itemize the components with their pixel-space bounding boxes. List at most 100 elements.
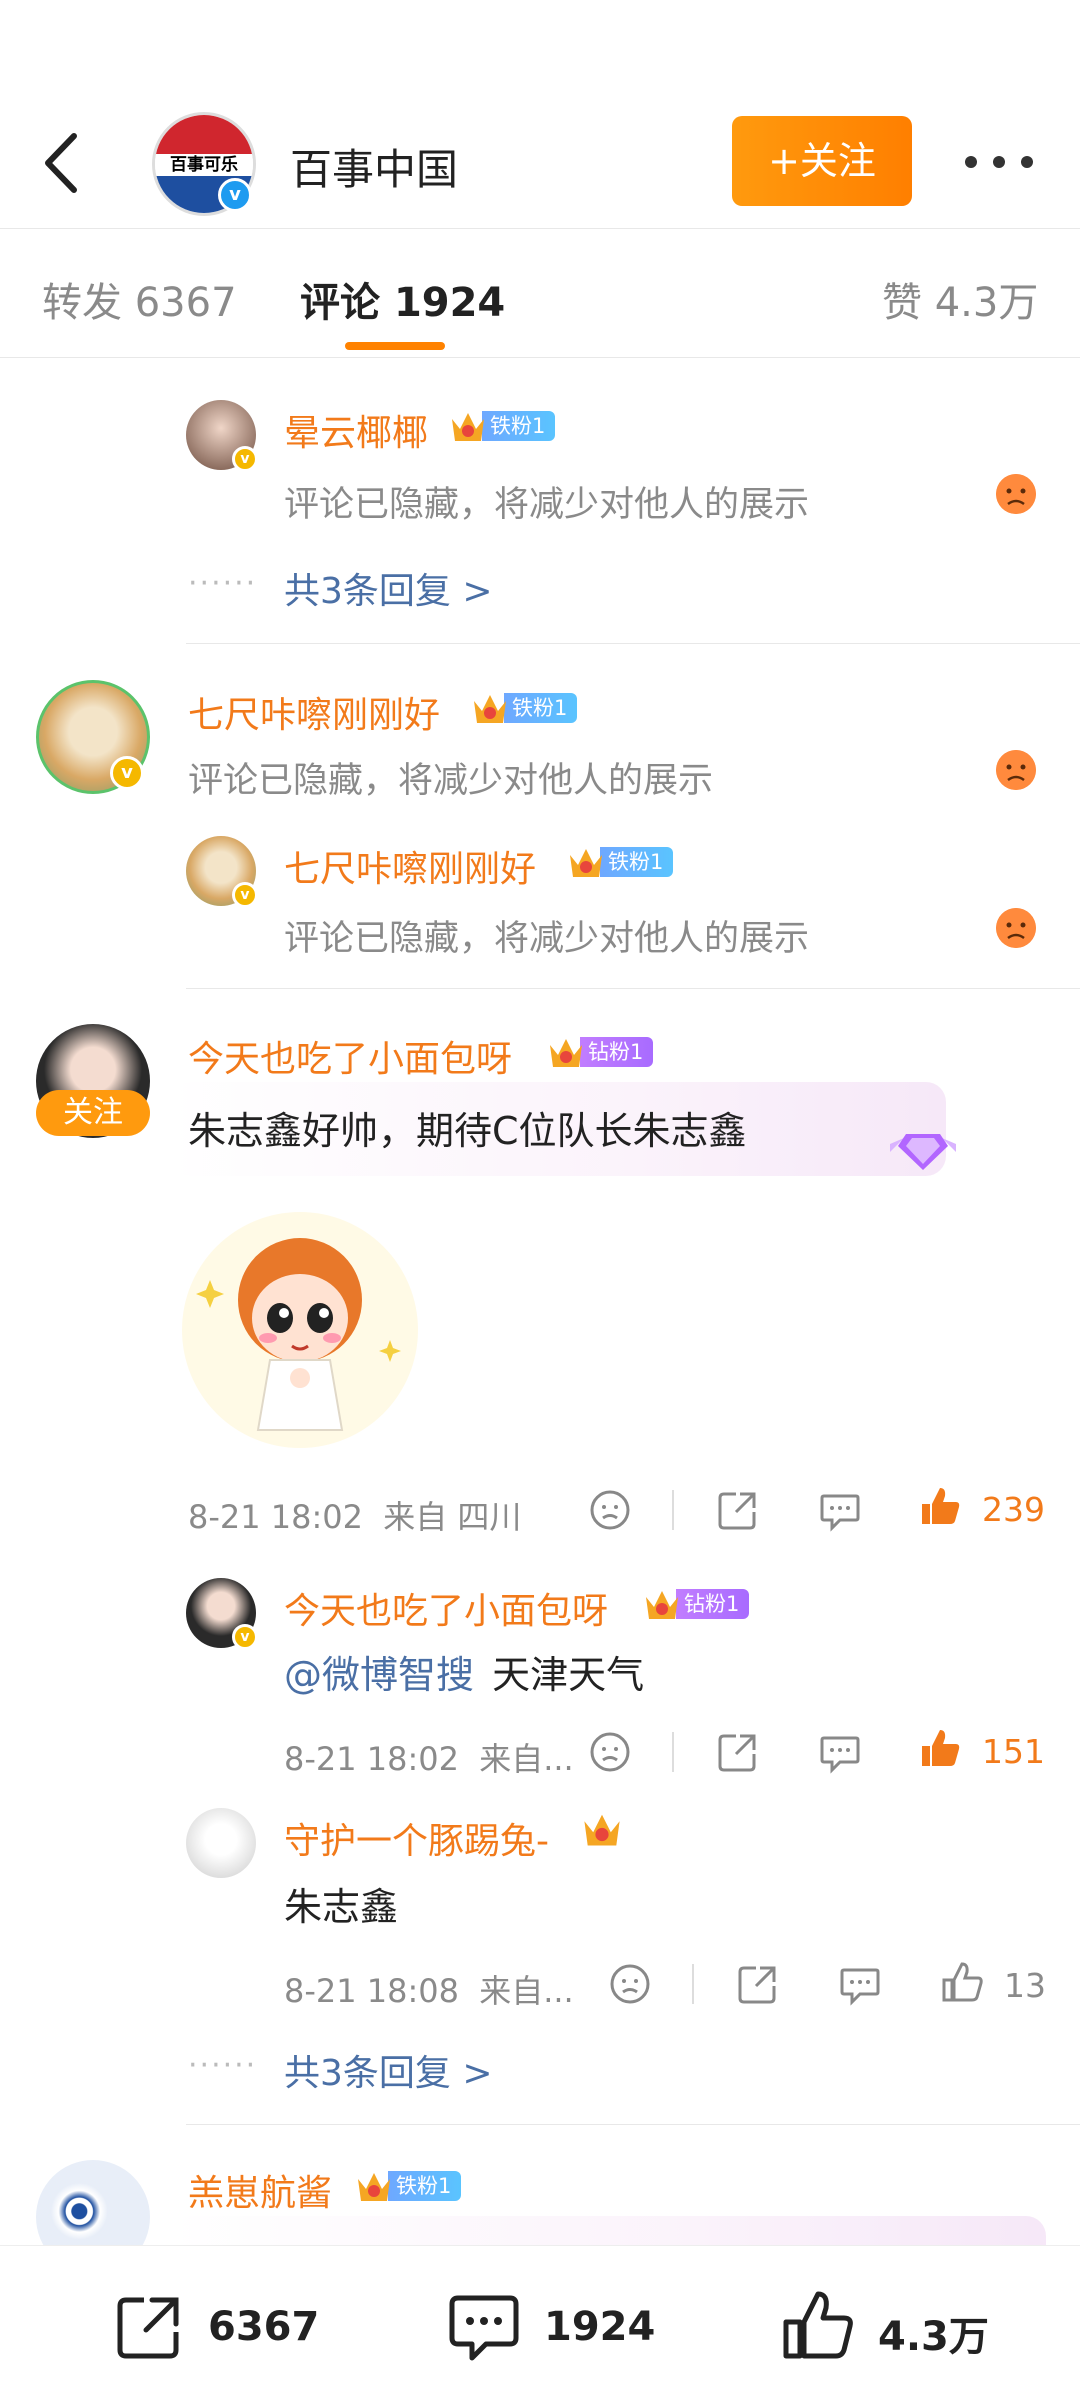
fan-badge-label: 铁粉1 <box>600 847 674 877</box>
like-icon-active[interactable] <box>918 1484 962 1528</box>
dislike-icon[interactable] <box>608 1962 652 2006</box>
dislike-icon[interactable] <box>588 1488 632 1532</box>
dislike-face-icon[interactable] <box>996 750 1036 790</box>
tab-likes-count: 4.3万 <box>934 280 1039 326</box>
like-count: 13 <box>1004 1966 1046 2005</box>
repost-button[interactable]: 6367 <box>112 2286 332 2366</box>
mention-link[interactable]: @微博智搜 <box>284 1653 474 1697</box>
fan-badge-label: 铁粉1 <box>388 2171 462 2201</box>
hidden-reply-text: 评论已隐藏，将减少对他人的展示 <box>284 919 810 959</box>
fan-badge: 钻粉1 <box>546 1034 654 1070</box>
like-button[interactable]: 4.3万 <box>780 2286 1000 2366</box>
sticker-image[interactable] <box>180 1210 420 1450</box>
view-more-replies-link[interactable]: 共3条回复 > <box>284 2044 493 2096</box>
crown-icon <box>550 1039 582 1067</box>
crown-icon <box>646 1591 678 1619</box>
comment-text: 朱志鑫好帅，期待C位队长朱志鑫 <box>188 1109 747 1153</box>
reply-location: 来自... <box>479 1740 574 1778</box>
hidden-comment-text: 评论已隐藏，将减少对他人的展示 <box>188 761 714 801</box>
comment-username[interactable]: 七尺咔嚓刚刚好 <box>188 686 440 738</box>
verified-badge-icon: v <box>232 882 258 908</box>
comment-username[interactable]: 晕云椰椰 <box>284 404 428 456</box>
comment-icon[interactable] <box>818 1488 862 1532</box>
dislike-face-icon[interactable] <box>996 474 1036 514</box>
crown-icon <box>452 413 484 441</box>
tab-likes-label: 赞 <box>882 280 922 326</box>
top-bar: 百事可乐 v 百事中国 +关注 <box>0 100 1080 230</box>
reply-time-value: 8-21 18:08 <box>284 1972 460 2010</box>
dislike-face-icon[interactable] <box>996 908 1036 948</box>
tab-reposts-label: 转发 <box>42 280 122 326</box>
tab-likes[interactable]: 赞 4.3万 <box>882 270 1038 328</box>
meta-separator <box>692 1964 694 2004</box>
fan-badge-label: 铁粉1 <box>482 411 556 441</box>
verified-badge-icon: v <box>110 756 144 790</box>
view-more-replies-link[interactable]: 共3条回复 > <box>284 562 493 614</box>
comment-icon <box>449 2295 519 2361</box>
comment-time: 8-21 18:02 来自 四川 <box>188 1492 521 1538</box>
fan-badge: 铁粉1 <box>566 844 674 880</box>
comment-username[interactable]: 羔崽航酱 <box>188 2164 332 2216</box>
thread-dots: ······ <box>188 2048 258 2083</box>
share-icon[interactable] <box>736 1962 780 2006</box>
fan-badge-label: 钻粉1 <box>580 1037 654 1067</box>
like-icon <box>783 2291 853 2359</box>
back-arrow-icon[interactable] <box>38 128 88 198</box>
comment-divider <box>186 643 1080 644</box>
comment-button[interactable]: 1924 <box>446 2286 666 2366</box>
repost-icon <box>117 2297 179 2359</box>
reply-username[interactable]: 七尺咔嚓刚刚好 <box>284 840 536 892</box>
like-count: 151 <box>982 1732 1045 1771</box>
tab-comments-count: 1924 <box>393 280 506 326</box>
share-icon[interactable] <box>716 1730 760 1774</box>
share-icon[interactable] <box>716 1488 760 1532</box>
reply-time: 8-21 18:08 来自... <box>284 1966 574 2012</box>
comment-username[interactable]: 今天也吃了小面包呀 <box>188 1030 512 1082</box>
dislike-icon[interactable] <box>588 1730 632 1774</box>
fan-badge: 铁粉1 <box>448 408 556 444</box>
comment-location: 来自 四川 <box>383 1498 522 1536</box>
tab-bar: 转发 6367 评论 1924 赞 4.3万 <box>0 232 1080 357</box>
active-tab-indicator <box>345 342 445 350</box>
tab-comments[interactable]: 评论 1924 <box>300 270 505 328</box>
tab-reposts[interactable]: 转发 6367 <box>42 270 237 328</box>
meta-separator <box>672 1732 674 1772</box>
comment-time-value: 8-21 18:02 <box>188 1498 364 1536</box>
like-icon-active[interactable] <box>918 1726 962 1770</box>
verified-badge-icon: v <box>232 1624 258 1650</box>
more-options-icon[interactable] <box>965 152 1033 172</box>
verified-badge-icon: v <box>218 178 252 212</box>
bottom-action-bar: 6367 1924 4.3万 <box>0 2245 1080 2404</box>
crown-icon <box>358 2173 390 2201</box>
crown-icon <box>570 849 602 877</box>
comment-divider <box>186 2124 1080 2125</box>
thread-dots: ······ <box>188 566 258 601</box>
comment-icon[interactable] <box>838 1962 882 2006</box>
hidden-comment-text: 评论已隐藏，将减少对他人的展示 <box>284 485 810 525</box>
crown-icon <box>584 1814 620 1846</box>
tab-comments-label: 评论 <box>300 280 380 326</box>
fan-badge: 铁粉1 <box>354 2168 462 2204</box>
brand-logo-text: 百事可乐 <box>170 155 238 176</box>
like-count-total: 4.3万 <box>878 2314 989 2360</box>
page-title: 百事中国 <box>290 145 459 194</box>
like-icon[interactable] <box>940 1960 984 2004</box>
reply-text: 朱志鑫 <box>284 1885 399 1929</box>
reply-username[interactable]: 今天也吃了小面包呀 <box>284 1582 608 1634</box>
reply-username[interactable]: 守护一个豚踢兔- <box>284 1812 549 1864</box>
meta-separator <box>672 1490 674 1530</box>
header-divider <box>0 228 1080 229</box>
fan-badge-label: 钻粉1 <box>676 1589 750 1619</box>
fan-badge-label: 铁粉1 <box>504 693 578 723</box>
avatar[interactable] <box>186 1808 256 1878</box>
comment-divider <box>186 988 1080 989</box>
follow-button[interactable]: +关注 <box>732 116 912 206</box>
comment-icon[interactable] <box>818 1730 862 1774</box>
avatar-follow-button[interactable]: 关注 <box>36 1090 150 1136</box>
crown-icon <box>474 695 506 723</box>
reply-time-value: 8-21 18:02 <box>284 1740 460 1778</box>
fan-badge: 钻粉1 <box>642 1586 750 1622</box>
tab-reposts-count: 6367 <box>134 280 237 326</box>
reply-time: 8-21 18:02 来自... <box>284 1734 574 1780</box>
reply-text: 天津天气 <box>492 1653 645 1697</box>
